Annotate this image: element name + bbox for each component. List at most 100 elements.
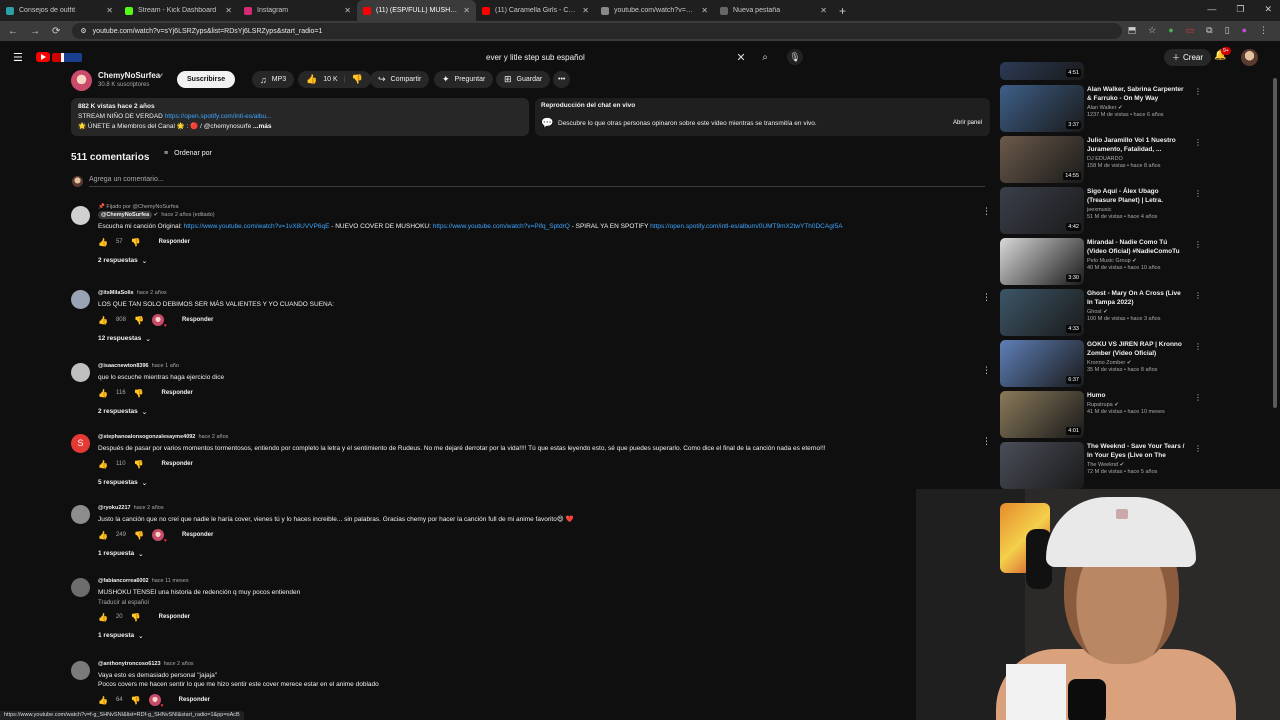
video-title[interactable]: Ghost - Mary On A Cross (Live In Tampa 2… <box>1087 289 1187 307</box>
search-icon[interactable]: ⌕ <box>751 52 779 63</box>
comment-link[interactable]: https://www.youtube.com/watch?v=1vX8UVVP… <box>184 223 330 230</box>
spotify-link[interactable]: https://open.spotify.com/intl-es/albu... <box>165 113 272 120</box>
browser-tab[interactable]: (11) (ESP/FULL) MUSHOKU TEN ✕ <box>357 0 476 21</box>
reply-button[interactable]: Responder <box>182 317 213 323</box>
video-title[interactable]: Sigo Aquí - Álex Ubago (Treasure Planet)… <box>1087 187 1187 205</box>
video-thumbnail[interactable]: 4:42 <box>1000 187 1084 234</box>
dislike-icon[interactable]: 👎 <box>131 613 141 622</box>
comment-time[interactable]: hace 1 año <box>152 363 179 369</box>
video-channel[interactable]: Ghost ✔ <box>1087 309 1187 315</box>
browser-tab[interactable]: youtube.com/watch?v=aPbecM ✕ <box>595 0 714 21</box>
video-title[interactable]: Julio Jaramillo Vol 1 Nuestro Juramento,… <box>1087 136 1187 154</box>
channel-avatar[interactable] <box>71 70 92 91</box>
like-icon[interactable]: 👍 <box>306 74 317 85</box>
video-menu-icon[interactable]: ⋮ <box>1194 393 1202 402</box>
comment-author[interactable]: @anthonytroncoso6123 <box>98 661 161 667</box>
comment-time[interactable]: hace 2 años (editado) <box>161 212 214 218</box>
reload-icon[interactable]: ⟳ <box>52 26 60 37</box>
sidepanel-icon[interactable]: ▯ <box>1225 25 1230 36</box>
video-channel[interactable]: Rupatrupa ✔ <box>1087 402 1187 408</box>
subscribe-button[interactable]: Suscribirse <box>177 71 236 88</box>
comment-menu-icon[interactable]: ⋮ <box>982 365 991 376</box>
like-icon[interactable]: 👍 <box>98 531 108 540</box>
dislike-icon[interactable]: 👎 <box>134 531 144 540</box>
video-menu-icon[interactable]: ⋮ <box>1194 87 1202 96</box>
comment-link[interactable]: https://open.spotify.com/intl-es/album/0… <box>650 223 842 230</box>
like-icon[interactable]: 👍 <box>98 460 108 469</box>
video-channel[interactable]: The Weeknd ✔ <box>1087 462 1187 468</box>
hamburger-menu-icon[interactable]: ☰ <box>13 51 23 64</box>
related-video[interactable]: The Weeknd - Save Your Tears / In Your E… <box>1000 442 1202 490</box>
video-channel[interactable]: jeexmusic <box>1087 207 1187 213</box>
like-icon[interactable]: 👍 <box>98 613 108 622</box>
video-channel[interactable]: Kronno Zomber ✔ <box>1087 360 1187 366</box>
comment-time[interactable]: hace 2 años <box>134 505 164 511</box>
notifications-bell-icon[interactable]: 🔔 9+ <box>1214 47 1231 61</box>
like-count[interactable]: 10 K <box>323 76 337 83</box>
comment-menu-icon[interactable]: ⋮ <box>982 206 991 217</box>
browser-tab[interactable]: (11) Caramella Girls - Caramell ✕ <box>476 0 595 21</box>
related-video[interactable]: 4:51 <box>1000 62 1200 80</box>
video-thumbnail[interactable] <box>1000 442 1084 489</box>
reply-button[interactable]: Responder <box>159 239 190 245</box>
add-comment-input[interactable]: Agrega un comentario... <box>89 176 985 187</box>
dislike-icon[interactable]: 👎 <box>131 696 141 705</box>
reply-button[interactable]: Responder <box>162 390 193 396</box>
tab-close-icon[interactable]: ✕ <box>463 6 470 15</box>
view-replies-button[interactable]: 1 respuesta ⌄ <box>98 550 978 558</box>
browser-tab[interactable]: Nueva pestaña ✕ <box>714 0 833 21</box>
comment-author[interactable]: @itsMilaSolis <box>98 290 134 296</box>
search-box[interactable]: ever y litle step sub español ✕ ⌕ <box>477 48 779 66</box>
tab-close-icon[interactable]: ✕ <box>106 6 113 15</box>
video-menu-icon[interactable]: ⋮ <box>1194 444 1202 453</box>
video-thumbnail[interactable]: 3:30 <box>1000 238 1084 285</box>
comment-author[interactable]: @isaacnewton8396 <box>98 363 149 369</box>
view-replies-button[interactable]: 5 respuestas ⌄ <box>98 479 978 487</box>
related-video[interactable]: 3:30 Mirandal - Nadie Como Tú (Video Ofi… <box>1000 238 1202 286</box>
reply-button[interactable]: Responder <box>182 532 213 538</box>
view-replies-button[interactable]: 2 respuestas ⌄ <box>98 257 978 265</box>
comment-menu-icon[interactable]: ⋮ <box>982 292 991 303</box>
page-scrollbar[interactable] <box>1273 78 1277 408</box>
video-thumbnail[interactable]: 4:01 <box>1000 391 1084 438</box>
video-channel[interactable]: Pelo Music Group ✔ <box>1087 258 1187 264</box>
dislike-icon[interactable]: 👎 <box>351 74 362 85</box>
maximize-icon[interactable]: ❐ <box>1236 4 1244 15</box>
comment-time[interactable]: hace 11 meses <box>152 578 189 584</box>
dislike-icon[interactable]: 👎 <box>134 460 144 469</box>
comment-time[interactable]: hace 2 años <box>198 434 228 440</box>
new-tab-icon[interactable]: + <box>833 4 852 18</box>
site-info-icon[interactable]: ⚙ <box>80 27 86 35</box>
search-input[interactable]: ever y litle step sub español <box>477 53 731 62</box>
browser-tab[interactable]: Stream - Kick Dashboard ✕ <box>119 0 238 21</box>
video-menu-icon[interactable]: ⋮ <box>1194 291 1202 300</box>
tab-close-icon[interactable]: ✕ <box>701 6 708 15</box>
commenter-avatar[interactable] <box>71 290 90 309</box>
view-replies-button[interactable]: 1 respuesta ⌄ <box>98 632 978 640</box>
video-title[interactable]: The Weeknd - Save Your Tears / In Your E… <box>1087 442 1187 460</box>
tab-close-icon[interactable]: ✕ <box>582 6 589 15</box>
reply-button[interactable]: Responder <box>162 461 193 467</box>
browser-menu-icon[interactable]: ⋮ <box>1259 25 1268 36</box>
reply-button[interactable]: Responder <box>179 697 210 703</box>
save-button[interactable]: ⊞ Guardar <box>496 71 551 88</box>
microphone-icon[interactable]: 🎙 <box>787 49 803 65</box>
show-more-link[interactable]: ...más <box>253 123 271 130</box>
video-thumbnail[interactable]: 6:37 <box>1000 340 1084 387</box>
video-description[interactable]: 882 K vistas hace 2 años STREAM NIÑO DE … <box>71 98 529 136</box>
install-icon[interactable]: ⬒ <box>1128 25 1137 36</box>
commenter-avatar[interactable]: S <box>71 434 90 453</box>
url-field[interactable]: ⚙ youtube.com/watch?v=sYj6LSRZyps&list=R… <box>72 23 1122 39</box>
more-actions-button[interactable]: ••• <box>553 71 571 88</box>
video-menu-icon[interactable]: ⋮ <box>1194 138 1202 147</box>
comment-author[interactable]: @fabiancorrea6002 <box>98 578 149 584</box>
browser-tab[interactable]: Consejos de outfit ✕ <box>0 0 119 21</box>
view-replies-button[interactable]: 12 respuestas ⌄ <box>98 335 978 343</box>
comment-time[interactable]: hace 2 años <box>164 661 194 667</box>
open-panel-button[interactable]: Abrir panel <box>953 120 982 126</box>
dislike-icon[interactable]: 👎 <box>131 238 141 247</box>
video-title[interactable]: Humo <box>1087 391 1187 400</box>
profile-icon[interactable]: ● <box>1242 25 1247 36</box>
related-video[interactable]: 4:01 Humo Rupatrupa ✔ 41 M de vistas • h… <box>1000 391 1202 439</box>
ask-button[interactable]: ✦ Preguntar <box>434 71 494 88</box>
